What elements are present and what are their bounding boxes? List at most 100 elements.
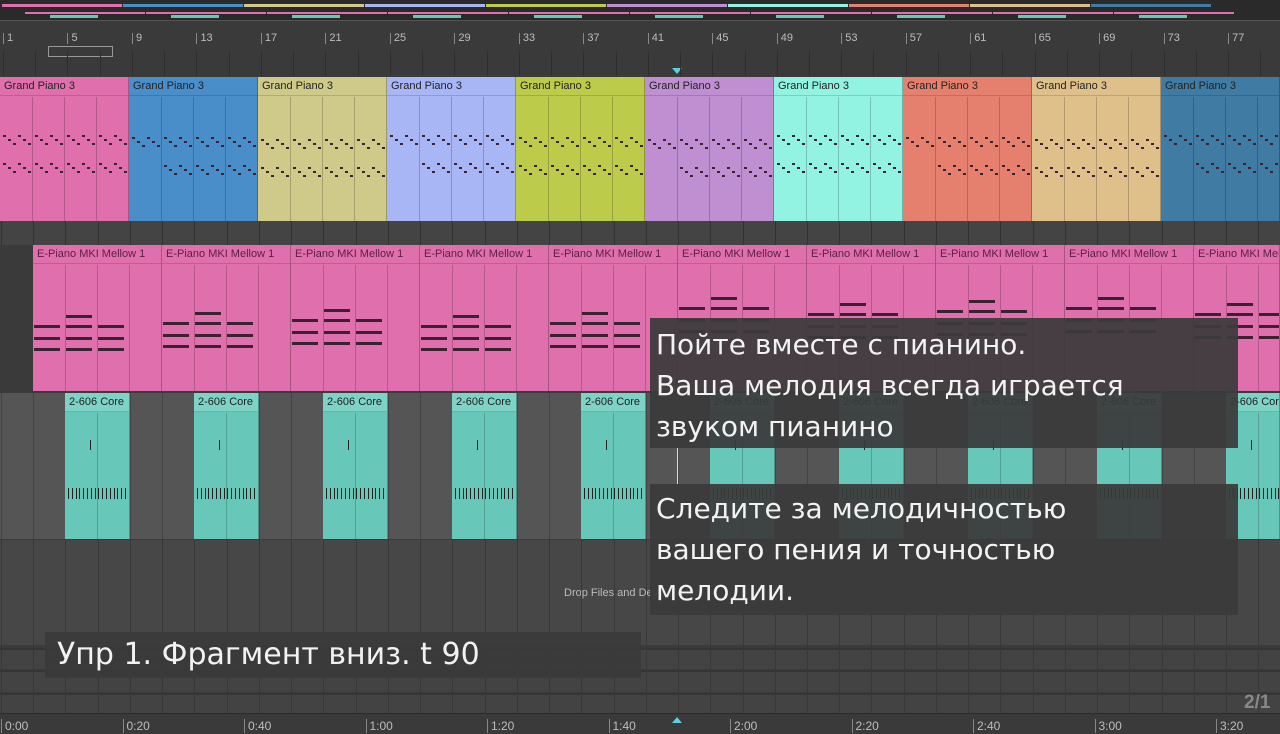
time-ruler[interactable]: 0:00 0:20 0:40 1:00 1:20 1:40 2:00 2:20 2:40 3:00… [0,713,1280,734]
clip-drums[interactable]: 2-606 Core [452,393,517,539]
note [1050,167,1053,169]
note [1259,313,1279,316]
bar-number: 5 [67,33,78,44]
clip-grand-piano[interactable]: Grand Piano 3 [0,77,129,221]
ruler-tick [99,51,101,76]
ruler-tick [1131,51,1133,76]
clip-title: E-Piano MKI Mellow 1 [678,245,806,264]
note [969,300,995,303]
loop-brace[interactable] [48,46,113,57]
note [584,488,585,499]
note [539,141,542,143]
clip-title: E-Piano MKI Mellow 1 [807,245,935,264]
beat-line [613,413,614,539]
note [658,147,661,149]
note [248,169,251,171]
note [841,163,844,165]
note [550,345,576,348]
note [614,345,640,348]
note [330,171,333,173]
note [292,342,318,345]
note [583,165,586,167]
note [893,139,896,141]
note [937,310,963,313]
note [66,325,92,328]
time-label: 2:20 [851,719,879,733]
clip-drums[interactable]: 2-606 Core [581,393,646,539]
ruler-tick [583,51,585,76]
note [1195,313,1221,316]
note [292,331,318,334]
note [1174,143,1177,145]
note [195,322,221,325]
note [777,135,780,137]
clip-grand-piano[interactable]: Grand Piano 3 [1161,77,1280,221]
note [711,297,737,300]
clip-grand-piano[interactable]: Grand Piano 3 [645,77,774,221]
note [447,143,450,145]
clip-epiano[interactable]: E-Piano MKI Mellow 1 [33,245,162,391]
note [595,488,597,499]
time-label: 2:40 [973,719,1000,733]
arrangement-overview[interactable] [0,0,1280,21]
note [1104,171,1107,173]
clip-grand-piano[interactable]: Grand Piano 3 [516,77,645,221]
note [77,143,80,145]
note [501,163,504,165]
clip-grand-piano[interactable]: Grand Piano 3 [129,77,258,221]
track-grand-piano[interactable]: Grand Piano 3 Grand Piano 3 Grand Piano 3G… [0,77,1280,221]
note [1233,139,1236,141]
beat-line [967,97,968,221]
clip-drums[interactable]: 2-606 Core [194,393,259,539]
clip-drums[interactable]: 2-606 Core [323,393,388,539]
beat-line [451,97,452,221]
overview-clip [25,12,145,14]
note [583,137,586,139]
note [147,137,150,139]
note [200,488,202,499]
note [630,165,633,167]
clip-epiano[interactable]: E-Piano MKI Mellow 1 [162,245,291,391]
note [1017,165,1020,167]
note [364,488,365,499]
clip-drums[interactable]: 2-606 Core [65,393,130,539]
note [453,315,479,318]
beat-line [161,97,162,221]
note [1227,313,1253,316]
note [87,139,90,141]
note [486,135,489,137]
note [1012,173,1015,175]
bar-ruler[interactable]: 1 5 9 13 17 21 25 29 33 37 41 45 49 53 57 61 65 69 73 77 [0,21,1280,76]
note [582,322,608,325]
note [1067,139,1070,141]
note [519,165,522,167]
clip-title: E-Piano MKI Mellow 1 [291,245,419,264]
note [485,325,511,328]
beat-line [806,97,807,221]
grid-line [388,393,389,539]
note [511,143,514,145]
note [246,488,248,499]
note [227,334,253,337]
note [764,171,767,173]
clip-grand-piano[interactable]: Grand Piano 3 [387,77,516,221]
clip-grand-piano[interactable]: Grand Piano 3 [774,77,903,221]
note [238,488,240,499]
time-label: 3:00 [1094,719,1122,733]
clip-title: Grand Piano 3 [387,77,515,96]
note [680,139,683,141]
clip-grand-piano[interactable]: Grand Piano 3 [258,77,387,221]
clip-title: Grand Piano 3 [903,77,1031,96]
note [1238,171,1241,173]
clip-grand-piano[interactable]: Grand Piano 3 [903,77,1032,221]
note [1104,143,1107,145]
clip-grand-piano[interactable]: Grand Piano 3 [1032,77,1161,221]
clip-epiano[interactable]: E-Piano MKI Mellow 1 [291,245,420,391]
note [1201,139,1204,141]
note [281,143,284,145]
note [486,163,489,165]
clip-epiano[interactable]: E-Piano MKI Mellow 1 [420,245,549,391]
note [28,143,31,145]
note [152,141,155,143]
note [72,139,75,141]
